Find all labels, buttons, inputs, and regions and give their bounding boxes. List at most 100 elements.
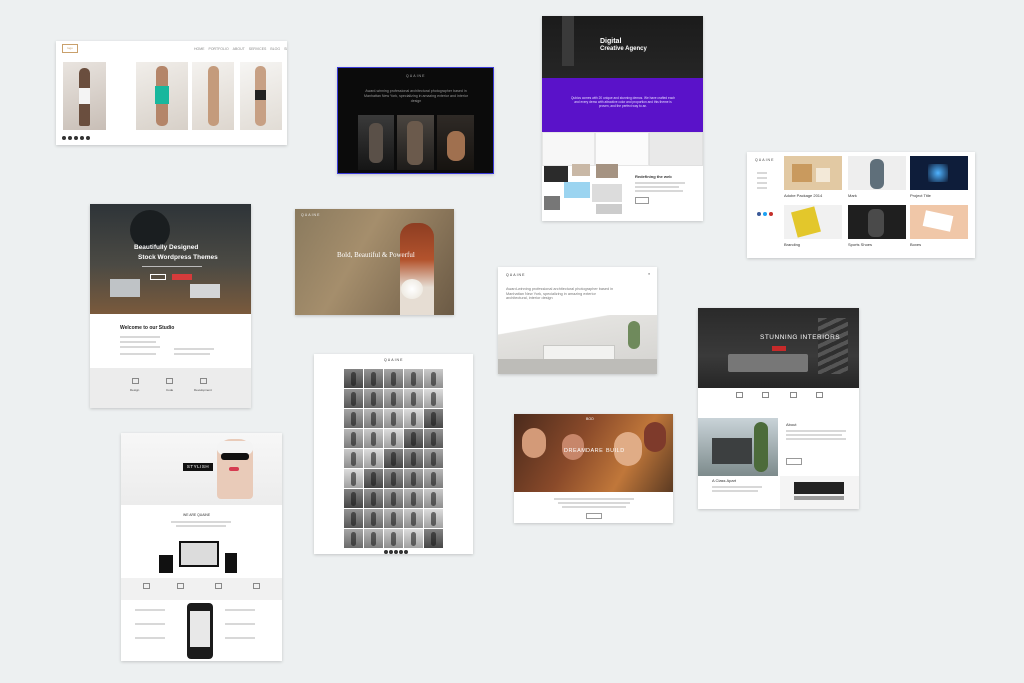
grid-item-1[interactable] (784, 156, 842, 190)
about-button[interactable] (786, 458, 802, 465)
gallery-thumb[interactable] (404, 389, 423, 408)
gallery-thumb[interactable] (424, 509, 443, 528)
gallery-thumb[interactable] (424, 369, 443, 388)
hero-button[interactable] (772, 346, 786, 351)
gallery-thumb[interactable] (364, 369, 383, 388)
feature-box-2 (595, 132, 649, 166)
brand-title: QUAINE (406, 74, 426, 78)
nav-item[interactable]: HOME (194, 47, 205, 51)
hero-title: Bold, Beautiful & Powerful (337, 251, 415, 259)
gallery-thumb[interactable] (404, 469, 423, 488)
theme-preview-stylish[interactable]: STYLISH WE ARE QUAINE (121, 433, 282, 661)
gallery-thumb[interactable] (344, 389, 363, 408)
gallery-thumb[interactable] (384, 469, 403, 488)
gallery-thumb[interactable] (384, 449, 403, 468)
menu-icon[interactable]: ≡ (648, 272, 650, 276)
gallery-thumb[interactable] (364, 429, 383, 448)
gallery-thumb[interactable] (404, 529, 423, 548)
gallery-thumb[interactable] (424, 449, 443, 468)
side-social-icons[interactable] (757, 212, 777, 216)
gallery-thumb[interactable] (364, 529, 383, 548)
theme-preview-creative-agency[interactable]: Digital Creative Agency Qubics comes wit… (542, 16, 703, 221)
gallery-thumb[interactable] (364, 489, 383, 508)
gallery-thumb[interactable] (404, 409, 423, 428)
theme-preview-dark-photographer[interactable]: QUAINE Award-winning professional archit… (337, 67, 494, 174)
gallery-thumb[interactable] (344, 409, 363, 428)
gallery-thumb[interactable] (424, 489, 443, 508)
theme-preview-bw-gallery[interactable]: QUAINE (314, 354, 473, 554)
gallery-thumb[interactable] (424, 529, 443, 548)
theme-preview-studio[interactable]: Beautifully Designed Stock Wordpress The… (90, 204, 251, 408)
nav-item[interactable]: ABOUT (233, 47, 245, 51)
gallery-thumb[interactable] (404, 489, 423, 508)
grid-item-6[interactable] (910, 205, 968, 239)
gallery-thumb[interactable] (424, 469, 443, 488)
theme-preview-interiors[interactable]: STUNNING INTERIORS About A Class Apart (698, 308, 859, 509)
gallery-thumb[interactable] (344, 529, 363, 548)
gallery-thumb[interactable] (384, 389, 403, 408)
gallery-thumb[interactable] (364, 509, 383, 528)
theme-preview-dream-dare-build[interactable]: BOO DREAM DARE BUILD (514, 414, 673, 523)
nav-item[interactable]: PORTFOLIO (209, 47, 229, 51)
gallery-thumb[interactable] (364, 389, 383, 408)
gallery-thumb[interactable] (404, 509, 423, 528)
grid-item-4[interactable] (784, 205, 842, 239)
hero-button-2[interactable] (172, 274, 192, 280)
gallery-thumb[interactable] (364, 449, 383, 468)
hero-word-3: BUILD (606, 448, 625, 454)
gallery-thumb[interactable] (344, 509, 363, 528)
gallery-thumb[interactable] (364, 409, 383, 428)
grid-caption-6: Boxes (910, 242, 922, 247)
brand-title: QUAINE (384, 358, 404, 362)
gallery-thumb[interactable] (424, 429, 443, 448)
gallery-thumb[interactable] (344, 449, 363, 468)
grid-caption-1: Adobe Package 2014 (784, 193, 823, 198)
gallery-thumb[interactable] (384, 409, 403, 428)
hero-word-2: DARE (586, 448, 604, 454)
gallery-thumb[interactable] (404, 449, 423, 468)
gallery-thumb[interactable] (384, 509, 403, 528)
pagination-dots[interactable] (384, 550, 408, 554)
feature-icon-4 (253, 583, 260, 589)
gallery-thumb[interactable] (384, 489, 403, 508)
intro-text: Award-winning professional architectural… (363, 89, 469, 103)
gallery-thumb[interactable] (344, 469, 363, 488)
device-mockups (159, 541, 245, 577)
gallery-thumb[interactable] (344, 489, 363, 508)
nav-item[interactable]: SERVICES (249, 47, 267, 51)
nav-item[interactable]: BLOG (270, 47, 280, 51)
gallery-thumb[interactable] (344, 369, 363, 388)
gallery-thumb[interactable] (384, 429, 403, 448)
hero-button-1[interactable] (150, 274, 166, 280)
nav-menu[interactable]: HOMEPORTFOLIOABOUTSERVICESBLOGSHOPCONTAC… (194, 47, 287, 51)
feature-icon-4 (816, 392, 823, 398)
read-more-button[interactable] (586, 513, 602, 519)
portfolio-photo-3 (437, 115, 474, 170)
about-heading-2: A Class Apart (712, 478, 737, 483)
gallery-thumb[interactable] (384, 529, 403, 548)
nav-item[interactable]: SHOP (284, 47, 287, 51)
grid-caption-4: Branding (784, 242, 801, 247)
gallery-thumb[interactable] (344, 429, 363, 448)
read-more-button[interactable] (635, 197, 649, 204)
gallery-thumb[interactable] (384, 369, 403, 388)
gallery-thumb[interactable] (364, 469, 383, 488)
theme-preview-fashion[interactable]: logo HOMEPORTFOLIOABOUTSERVICESBLOGSHOPC… (56, 41, 287, 145)
gallery-thumb[interactable] (404, 429, 423, 448)
gallery-thumb[interactable] (404, 369, 423, 388)
gallery-thumb[interactable] (424, 389, 443, 408)
logo: logo (62, 44, 78, 53)
feature-icon-3 (215, 583, 222, 589)
gallery-thumb[interactable] (424, 409, 443, 428)
feature-box-3 (649, 132, 703, 166)
social-icons[interactable] (62, 136, 92, 140)
hero-title: STUNNING INTERIORS (760, 334, 841, 341)
hero-title-line1: Beautifully Designed (134, 244, 199, 251)
grid-item-2[interactable] (848, 156, 906, 190)
theme-preview-architecture-light[interactable]: QUAINE ≡ Award-winning professional arch… (498, 267, 657, 374)
grid-item-5[interactable] (848, 205, 906, 239)
grid-item-3[interactable] (910, 156, 968, 190)
feature-icon-2 (177, 583, 184, 589)
theme-preview-portfolio-grid[interactable]: QUAINE Adobe Package 2014 Mark Project T… (747, 152, 975, 258)
theme-preview-bold-beautiful[interactable]: QUAINE Bold, Beautiful & Powerful (295, 209, 454, 315)
